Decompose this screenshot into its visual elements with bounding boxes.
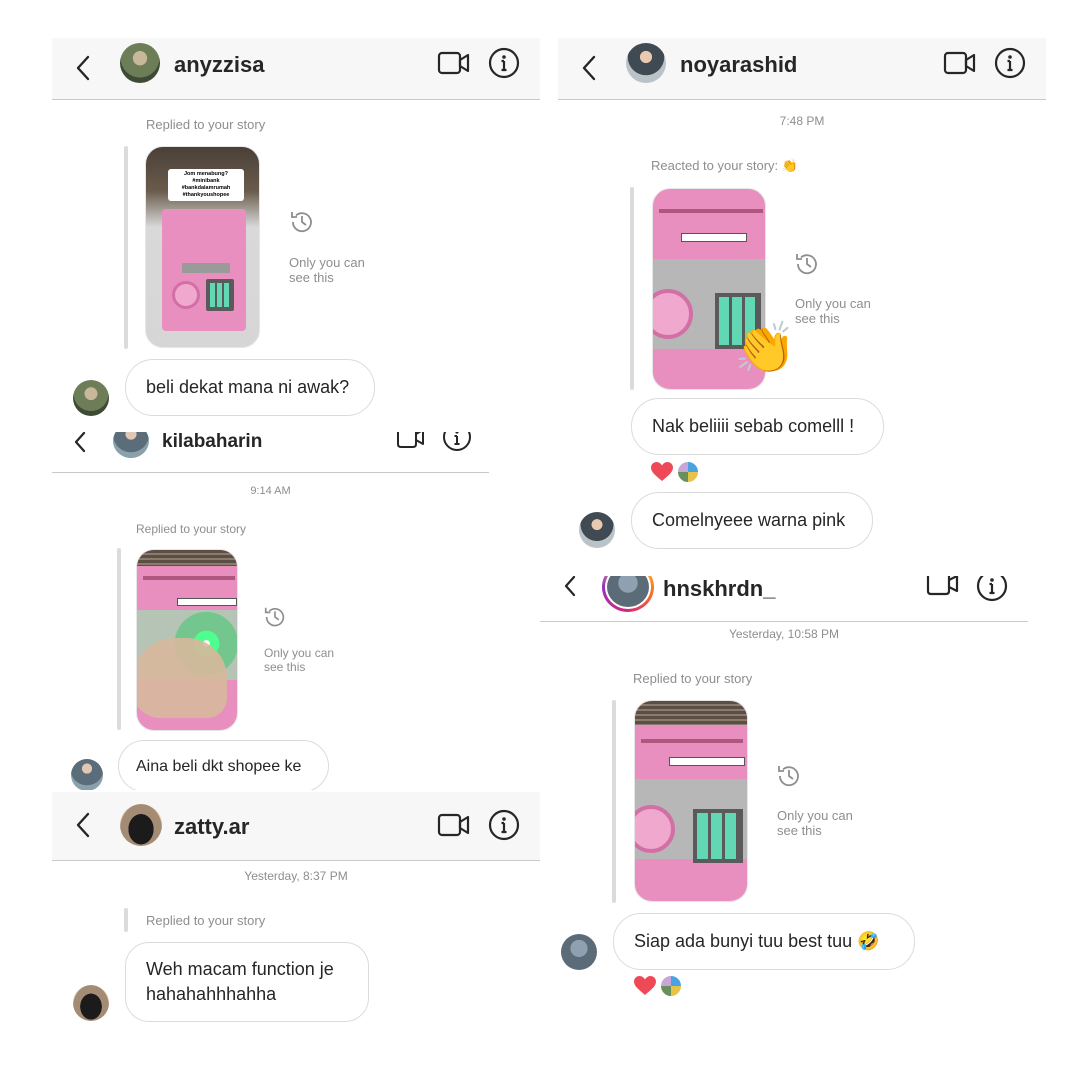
story-reply-caption: Replied to your story [146,117,266,132]
sender-avatar[interactable] [71,759,103,790]
reactor-avatar [676,460,700,484]
chevron-left-icon[interactable] [74,811,94,839]
reactor-avatar [659,974,683,998]
message-timestamp: Yesterday, 10:58 PM [728,627,840,641]
message-timestamp: 7:48 PM [779,114,825,128]
info-icon[interactable] [488,47,520,79]
quote-bar [630,187,634,390]
story-reply-caption: Replied to your story [146,913,266,928]
message-text: Weh macam function je hahahahhhahha [146,959,334,1004]
info-icon[interactable] [488,809,520,841]
sender-avatar[interactable] [561,934,597,970]
info-icon[interactable] [442,432,472,454]
chat-panel-anyzzisa: anyzzisa Replied to your story Jom menab… [52,38,540,430]
history-clock-icon [264,607,285,627]
chat-username[interactable]: noyarashid [680,52,797,78]
message-text: Comelnyeee warna pink [652,510,846,530]
chevron-left-icon[interactable] [562,576,580,600]
chevron-left-icon[interactable] [580,54,600,82]
avatar[interactable] [113,432,149,458]
only-you-can-see-note: Only you can see this [795,296,871,326]
chevron-left-icon[interactable] [74,54,94,82]
only-you-can-see-note: Only you can see this [264,646,335,674]
message-timestamp: Yesterday, 8:37 PM [244,869,348,883]
sender-avatar[interactable] [73,380,109,416]
story-reaction-caption: Reacted to your story: 👏 [651,158,798,173]
chat-panel-kilabaharin: kilabaharin 9:14 AM Replied to your stor… [52,432,489,790]
chat-header: anyzzisa [52,38,540,100]
message-timestamp: 9:14 AM [250,485,291,497]
avatar[interactable] [120,43,160,83]
video-camera-icon[interactable] [943,50,977,76]
video-camera-icon[interactable] [437,812,471,838]
heart-icon [651,462,673,481]
chat-panel-zatty-ar: zatty.ar Yesterday, 8:37 PM Replied to y… [52,792,540,1032]
info-icon[interactable] [994,47,1026,79]
chat-header: zatty.ar [52,792,540,861]
story-reply-caption: Replied to your story [633,671,753,686]
message-text: beli dekat mana ni awak? [146,377,350,397]
chat-panel-hnskhrdn: hnskhrdn_ Yesterday, 10:58 PM Replied to… [540,576,1028,1008]
info-icon[interactable] [976,576,1008,602]
story-reply-caption: Replied to your story [136,522,247,536]
message-reactions[interactable] [633,974,683,998]
only-you-can-see-note: Only you can see this [289,255,365,285]
chat-username[interactable]: zatty.ar [174,814,249,840]
story-thumbnail[interactable] [634,700,748,902]
chat-header: hnskhrdn_ [540,576,1028,622]
message-bubble[interactable]: Comelnyeee warna pink [631,492,873,549]
message-text: Siap ada bunyi tuu best tuu 🤣 [634,931,880,951]
avatar[interactable] [626,43,666,83]
heart-icon [634,976,656,995]
piggy-bank-image [162,209,246,331]
quote-bar [117,548,121,730]
message-text: Aina beli dkt shopee ke [136,757,302,775]
story-thumbnail[interactable] [136,549,238,731]
quote-bar [124,908,128,932]
only-you-can-see-note: Only you can see this [777,808,853,838]
story-sticker: Jom menabung? #minibank #bankdalamrumah … [168,169,244,201]
story-ring-avatar[interactable] [602,576,654,612]
message-bubble[interactable]: Siap ada bunyi tuu best tuu 🤣 [613,913,915,970]
history-clock-icon [291,212,312,233]
chat-username[interactable]: kilabaharin [162,432,262,453]
message-text: Nak beliiii sebab comelll ! [652,416,855,436]
video-camera-icon[interactable] [396,432,426,452]
video-camera-icon[interactable] [437,50,471,76]
chat-header: noyarashid [558,38,1046,100]
story-thumbnail[interactable]: Jom menabung? #minibank #bankdalamrumah … [145,146,260,348]
history-clock-icon [778,766,799,787]
chat-header: kilabaharin [52,432,489,473]
chevron-left-icon[interactable] [72,432,90,454]
quote-bar [124,146,128,349]
avatar[interactable] [120,804,162,846]
message-bubble[interactable]: Weh macam function je hahahahhhahha [125,942,369,1022]
sender-avatar[interactable] [73,985,109,1021]
video-camera-icon[interactable] [926,576,960,598]
clap-reaction-emoji: 👏 [734,320,797,376]
message-bubble[interactable]: Nak beliiii sebab comelll ! [631,398,884,455]
quote-bar [612,700,616,903]
chat-panel-noyarashid: noyarashid 7:48 PM Reacted to your story… [558,38,1046,558]
sender-avatar[interactable] [579,512,615,548]
message-bubble[interactable]: beli dekat mana ni awak? [125,359,375,416]
message-bubble[interactable]: Aina beli dkt shopee ke [118,740,329,790]
history-clock-icon [796,254,817,275]
chat-username[interactable]: anyzzisa [174,52,265,78]
message-reactions[interactable] [650,460,700,484]
chat-username[interactable]: hnskhrdn_ [663,576,775,602]
